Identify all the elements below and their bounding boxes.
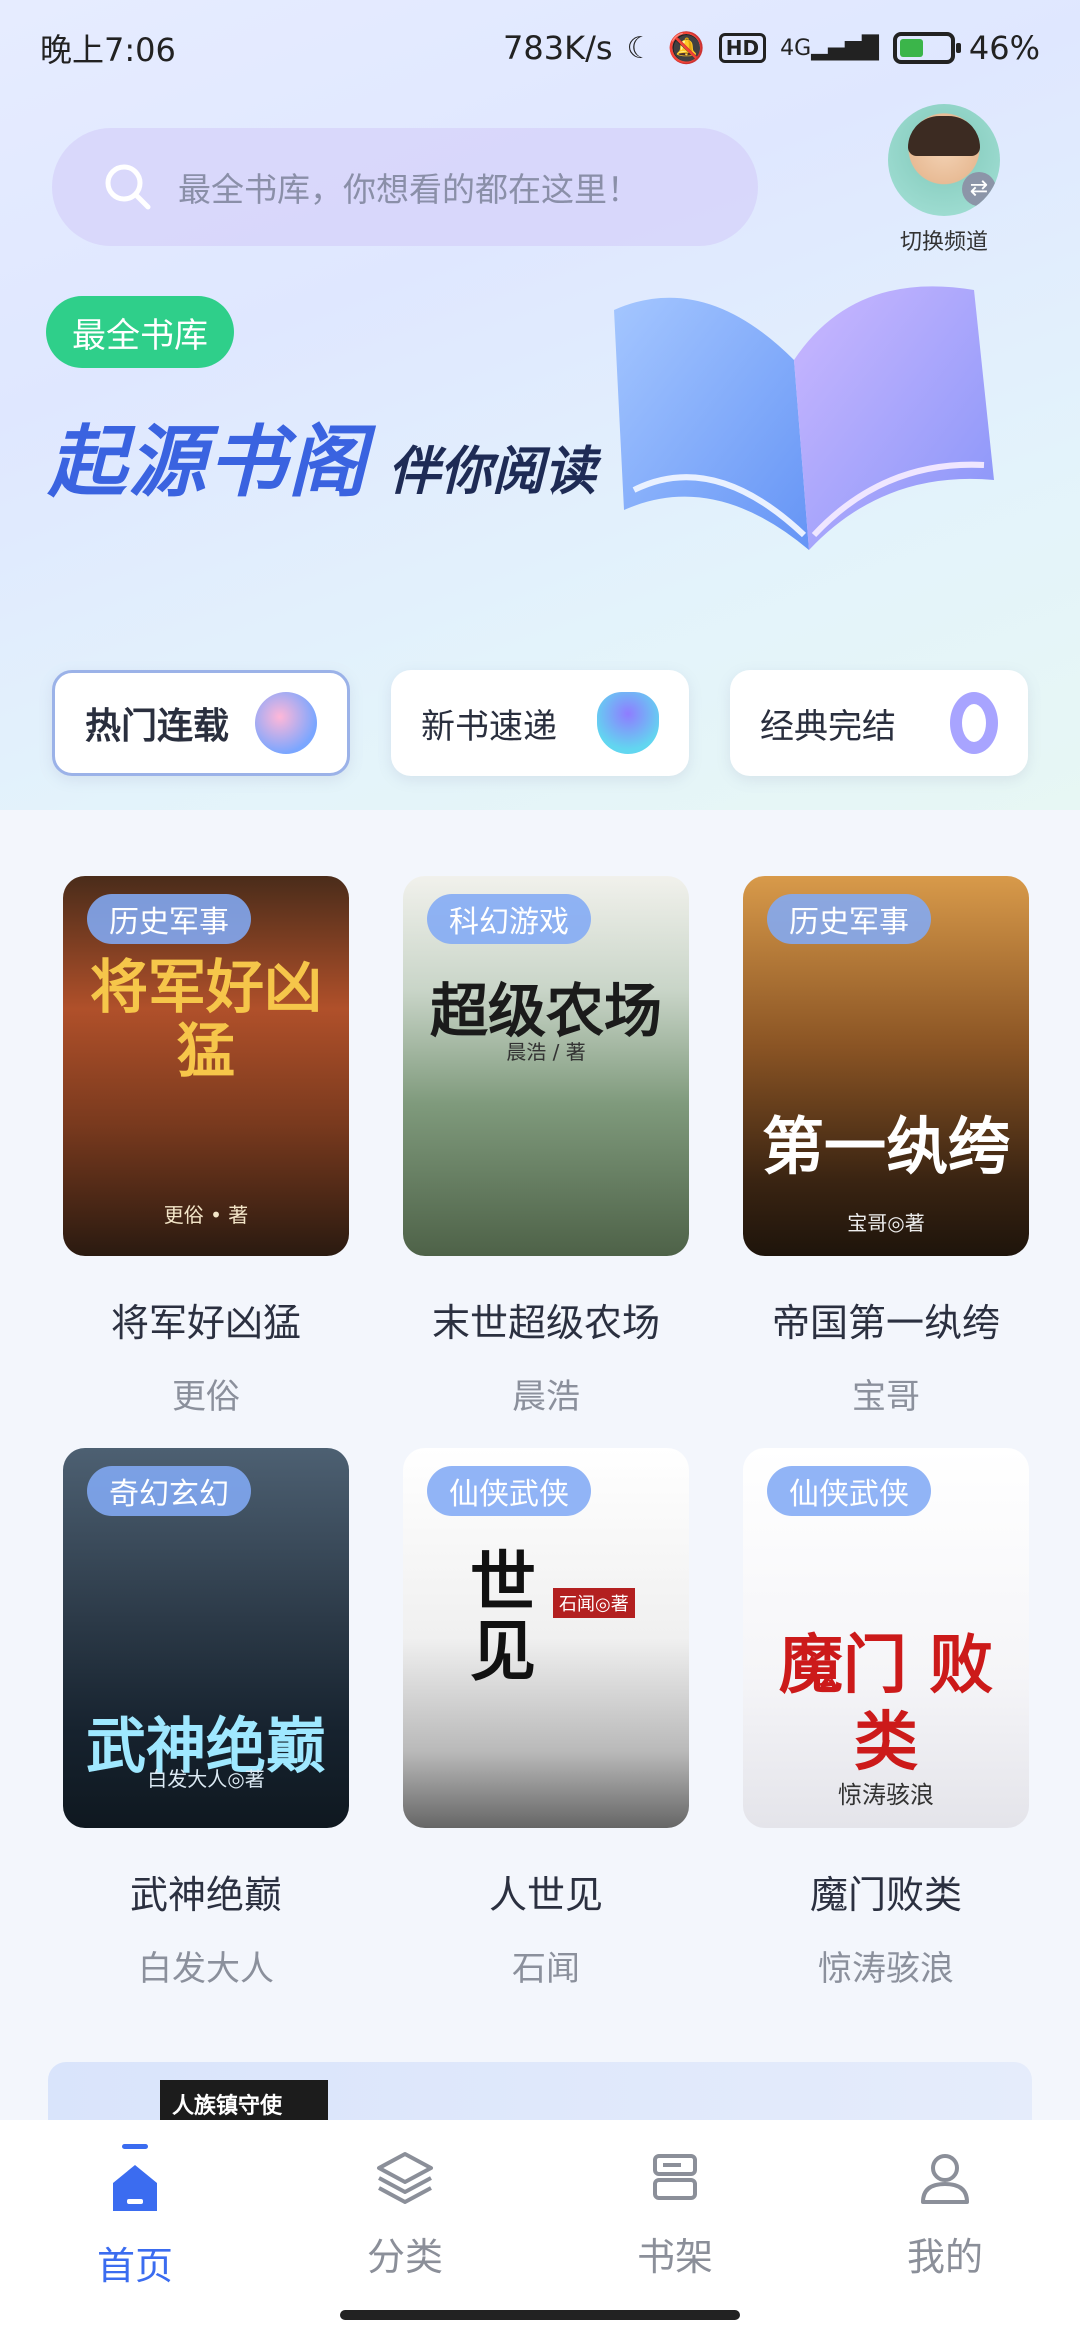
book-title: 魔门败类 <box>809 1873 962 1917</box>
book-cover[interactable]: 科幻游戏 超级农场 晨浩 / 著 <box>403 876 689 1256</box>
active-indicator <box>122 2144 148 2149</box>
book-title: 末世超级农场 <box>431 1301 660 1345</box>
bookshelf-icon <box>653 2154 697 2200</box>
layers-icon <box>377 2152 433 2204</box>
cover-author: 晨浩 / 著 <box>506 1040 586 1064</box>
book-author: 晨浩 <box>512 1377 580 1417</box>
network-type: 4G <box>780 35 812 61</box>
search-placeholder: 最全书库，你想看的都在这里！ <box>178 170 640 209</box>
nav-label: 分类 <box>366 2235 443 2279</box>
book-card[interactable]: 历史军事 第一纨绔 宝哥◎著 帝国第一纨绔 宝哥 <box>743 876 1029 1418</box>
heart-hands-icon <box>597 692 659 754</box>
nav-label: 我的 <box>906 2235 983 2279</box>
genre-tag: 科幻游戏 <box>427 894 591 944</box>
battery-percent: 46% <box>968 29 1040 67</box>
user-icon <box>921 2154 969 2204</box>
avatar-hair <box>908 116 980 156</box>
home-indicator[interactable] <box>340 2310 740 2320</box>
genre-tag: 奇幻玄幻 <box>87 1466 251 1516</box>
bottom-nav: 首页 分类 书架 我的 <box>0 2120 1080 2340</box>
moon-icon: ☾ <box>626 30 654 66</box>
status-icons: 783K/s ☾ 🔕 HD 4G▂▄▆█ 46% <box>503 29 1040 67</box>
genre-tag: 仙侠武侠 <box>427 1466 591 1516</box>
cover-author: 宝哥◎著 <box>847 1211 925 1235</box>
battery-icon <box>892 32 961 64</box>
battery-fill <box>899 39 923 57</box>
book-title: 武神绝巅 <box>129 1873 282 1917</box>
tab-label: 新书速递 <box>421 706 557 747</box>
book-card[interactable]: 奇幻玄幻 武神绝巅 白发大人◎著 武神绝巅 白发大人 <box>63 1448 349 1990</box>
swap-icon: ⇄ <box>962 172 996 206</box>
signal-icon: 4G▂▄▆█ <box>780 35 879 61</box>
status-bar: 晚上7:06 783K/s ☾ 🔕 HD 4G▂▄▆█ 46% <box>0 0 1080 96</box>
net-speed: 783K/s <box>503 29 613 67</box>
tab-classic-finished[interactable]: 经典完结 <box>730 670 1028 776</box>
cover-author: 惊涛骇浪 <box>838 1781 934 1809</box>
cover-author: 更俗 • 著 <box>163 1203 249 1227</box>
home-icon <box>113 2165 157 2211</box>
book-author: 更俗 <box>172 1377 240 1417</box>
book-title: 帝国第一纨绔 <box>771 1301 1000 1345</box>
tab-label: 热门连载 <box>85 706 230 747</box>
open-book-icon <box>614 286 994 550</box>
book-card[interactable]: 历史军事 将军好凶猛 更俗 • 著 将军好凶猛 更俗 <box>63 876 349 1418</box>
nav-label: 书架 <box>636 2235 713 2279</box>
nav-home[interactable]: 首页 <box>35 2144 235 2340</box>
book-cover[interactable]: 仙侠武侠 世见 石闻◎著 <box>403 1448 689 1828</box>
genre-tag: 历史军事 <box>767 894 931 944</box>
cover-title: 第一纨绔 <box>761 1110 1010 1183</box>
book-card[interactable]: 科幻游戏 超级农场 晨浩 / 著 末世超级农场 晨浩 <box>403 876 689 1418</box>
tab-label: 经典完结 <box>760 706 896 747</box>
ring-icon <box>950 692 998 754</box>
flame-icon <box>255 692 317 754</box>
book-author: 惊涛骇浪 <box>818 1949 954 1989</box>
book-cover[interactable]: 奇幻玄幻 武神绝巅 白发大人◎著 <box>63 1448 349 1828</box>
hero-badge: 最全书库 <box>46 296 234 368</box>
tab-hot-serial[interactable]: 热门连载 <box>52 670 350 776</box>
book-card[interactable]: 仙侠武侠 魔门 败类 惊涛骇浪 魔门败类 惊涛骇浪 <box>743 1448 1029 1990</box>
mute-bell-icon: 🔕 <box>667 30 705 66</box>
hero-app-name: 起源书阁 <box>48 418 369 508</box>
book-title: 将军好凶猛 <box>110 1301 301 1345</box>
cover-author: 石闻◎著 <box>553 1588 635 1618</box>
status-time: 晚上7:06 <box>40 31 176 69</box>
hd-icon: HD <box>718 33 767 63</box>
book-card[interactable]: 仙侠武侠 世见 石闻◎著 人世见 石闻 <box>403 1448 689 1990</box>
tab-new-books[interactable]: 新书速递 <box>391 670 689 776</box>
nav-label: 首页 <box>96 2244 173 2288</box>
book-cover[interactable]: 历史军事 将军好凶猛 更俗 • 著 <box>63 876 349 1256</box>
cover-title: 将军好凶猛 <box>89 953 322 1085</box>
book-cover[interactable]: 历史军事 第一纨绔 宝哥◎著 <box>743 876 1029 1256</box>
book-cover[interactable]: 仙侠武侠 魔门 败类 惊涛骇浪 <box>743 1448 1029 1828</box>
book-author: 白发大人 <box>138 1949 274 1989</box>
avatar[interactable]: ⇄ <box>888 104 1000 216</box>
search-bar[interactable]: 最全书库，你想看的都在这里！ <box>52 128 758 246</box>
book-author: 宝哥 <box>852 1377 920 1417</box>
hero-title: 起源书阁 伴你阅读 <box>48 400 596 512</box>
cover-title: 世见 <box>470 1543 536 1691</box>
nav-mine[interactable]: 我的 <box>845 2144 1045 2340</box>
hero-slogan: 伴你阅读 <box>388 442 597 502</box>
search-icon <box>105 164 151 210</box>
switch-channel-button[interactable]: ⇄ 切换频道 <box>884 104 1004 256</box>
cover-author: 白发大人◎著 <box>147 1767 265 1791</box>
book-title: 人世见 <box>488 1873 603 1917</box>
genre-tag: 历史军事 <box>87 894 251 944</box>
book-author: 石闻 <box>512 1949 580 1989</box>
cover-title: 魔门 败类 <box>778 1628 994 1780</box>
genre-tag: 仙侠武侠 <box>767 1466 931 1516</box>
